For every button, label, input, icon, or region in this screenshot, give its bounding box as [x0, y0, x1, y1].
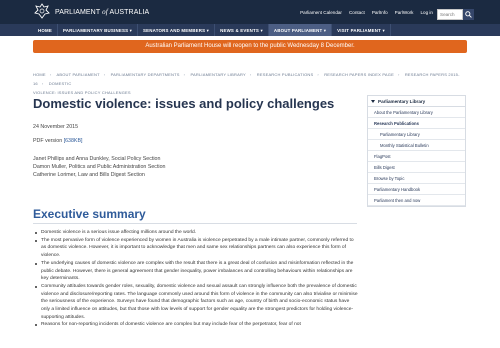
nav-senators-and-members[interactable]: SENATORS AND MEMBERS ▾	[138, 24, 216, 36]
breadcrumb: HOME › ABOUT PARLIAMENT › PARLIAMENTARY DE…	[33, 70, 467, 97]
breadcrumb-separator: ›	[397, 72, 400, 77]
author-line: Janet Phillips and Anna Dunkley, Social …	[33, 156, 161, 162]
sidebar-item-bills-digest[interactable]: Bills Digest	[368, 162, 465, 173]
breadcrumb-parliamentary-departments[interactable]: PARLIAMENTARY DEPARTMENTS	[111, 72, 180, 77]
sidebar-item-parliament-then-and-now[interactable]: Parliament then and now	[368, 195, 465, 206]
pdf-label: PDF version	[33, 138, 63, 144]
breadcrumb-about-parliament[interactable]: ABOUT PARLIAMENT	[56, 72, 99, 77]
section-divider	[33, 223, 357, 224]
breadcrumb-research-publications[interactable]: RESEARCH PUBLICATIONS	[257, 72, 314, 77]
sidebar-item-about-library[interactable]: About the Parliamentary Library	[368, 107, 465, 118]
sidebar-header[interactable]: Parliamentary Library	[368, 96, 465, 107]
pdf-download-link[interactable]: [638KB]	[64, 138, 83, 144]
link-parliament-calendar[interactable]: Parliament Calendar	[300, 10, 342, 15]
brand-of: of	[102, 8, 108, 16]
nav-about-parliament[interactable]: ABOUT PARLIAMENT ▾	[268, 24, 333, 36]
breadcrumb-current-continued: VIOLENCE: ISSUES AND POLICY CHALLENGES	[33, 90, 131, 95]
site-logo-text[interactable]: PARLIAMENT of AUSTRALIA	[55, 8, 149, 16]
list-item: The most pervasive form of violence expe…	[33, 237, 358, 260]
breadcrumb-separator: ›	[249, 72, 252, 77]
nav-visit-parliament[interactable]: VISIT PARLIAMENT ▾	[332, 24, 391, 36]
nav-home[interactable]: HOME	[33, 24, 58, 36]
sidebar-subitem-monthly-statistical-bulletin[interactable]: Monthly Statistical Bulletin	[368, 140, 465, 151]
caret-down-icon	[371, 99, 375, 103]
search-button[interactable]	[463, 9, 474, 20]
utility-links: Parliament Calendar Contact ParlInfo Par…	[300, 10, 433, 15]
executive-summary-heading: Executive summary	[33, 207, 146, 221]
breadcrumb-research-papers-index[interactable]: RESEARCH PAPERS INDEX PAGE	[324, 72, 394, 77]
breadcrumb-home[interactable]: HOME	[33, 72, 46, 77]
authors: Janet Phillips and Anna Dunkley, Social …	[33, 155, 165, 179]
breadcrumb-separator: ›	[183, 72, 186, 77]
search-input[interactable]: Search	[437, 9, 463, 20]
link-parlwork[interactable]: ParlWork	[395, 10, 414, 15]
list-item: Domestic violence is a serious issue aff…	[33, 229, 358, 237]
breadcrumb-current: DOMESTIC	[48, 81, 72, 86]
nav-parliamentary-business[interactable]: PARLIAMENTARY BUSINESS ▾	[58, 24, 139, 36]
summary-bullet-list: Domestic violence is a serious issue aff…	[33, 229, 358, 329]
sidebar-item-parliamentary-handbook[interactable]: Parliamentary Handbook	[368, 184, 465, 195]
link-parlinfo[interactable]: ParlInfo	[372, 10, 388, 15]
link-contact[interactable]: Contact	[349, 10, 365, 15]
section-sidebar: Parliamentary Library About the Parliame…	[367, 95, 466, 207]
publication-date: 24 November 2015	[33, 124, 79, 130]
sidebar-header-label: Parliamentary Library	[378, 98, 426, 104]
alert-banner[interactable]: Australian Parliament House will reopen …	[33, 40, 467, 53]
link-log-in[interactable]: Log in	[420, 10, 433, 15]
sidebar-subitem-parliamentary-library[interactable]: Parliamentary Library	[368, 129, 465, 140]
sidebar-item-flagpost[interactable]: FlagPost	[368, 151, 465, 162]
breadcrumb-separator: ›	[49, 72, 52, 77]
sidebar-item-research-publications[interactable]: Research Publications	[368, 118, 465, 129]
list-item: Reasons for non-reporting incidents of d…	[33, 321, 358, 329]
header-bar: PARLIAMENT of AUSTRALIA Parliament Calen…	[0, 0, 500, 24]
sidebar-item-browse-by-topic[interactable]: Browse by Topic	[368, 173, 465, 184]
list-item: The underlying causes of domestic violen…	[33, 260, 358, 283]
brand-main: PARLIAMENT	[55, 9, 101, 16]
search-icon	[465, 11, 472, 18]
breadcrumb-separator: ›	[317, 72, 319, 77]
coat-of-arms-icon[interactable]	[33, 3, 51, 19]
breadcrumb-separator: ›	[41, 81, 44, 86]
breadcrumb-parliamentary-library[interactable]: PARLIAMENTARY LIBRARY	[190, 72, 245, 77]
breadcrumb-separator: ›	[103, 72, 106, 77]
nav-news-and-events[interactable]: NEWS & EVENTS ▾	[215, 24, 269, 36]
brand-country: AUSTRALIA	[109, 9, 150, 16]
author-line: Damon Muller, Politics and Public Admini…	[33, 164, 166, 170]
author-line: Catherine Lorimer, Law and Bills Digest …	[33, 172, 145, 178]
pdf-version: PDF version [638KB]	[33, 138, 82, 144]
page-title: Domestic violence: issues and policy cha…	[33, 96, 335, 111]
list-item: Community attitudes towards gender roles…	[33, 283, 358, 322]
main-navigation: HOME PARLIAMENTARY BUSINESS ▾ SENATORS A…	[0, 24, 500, 36]
